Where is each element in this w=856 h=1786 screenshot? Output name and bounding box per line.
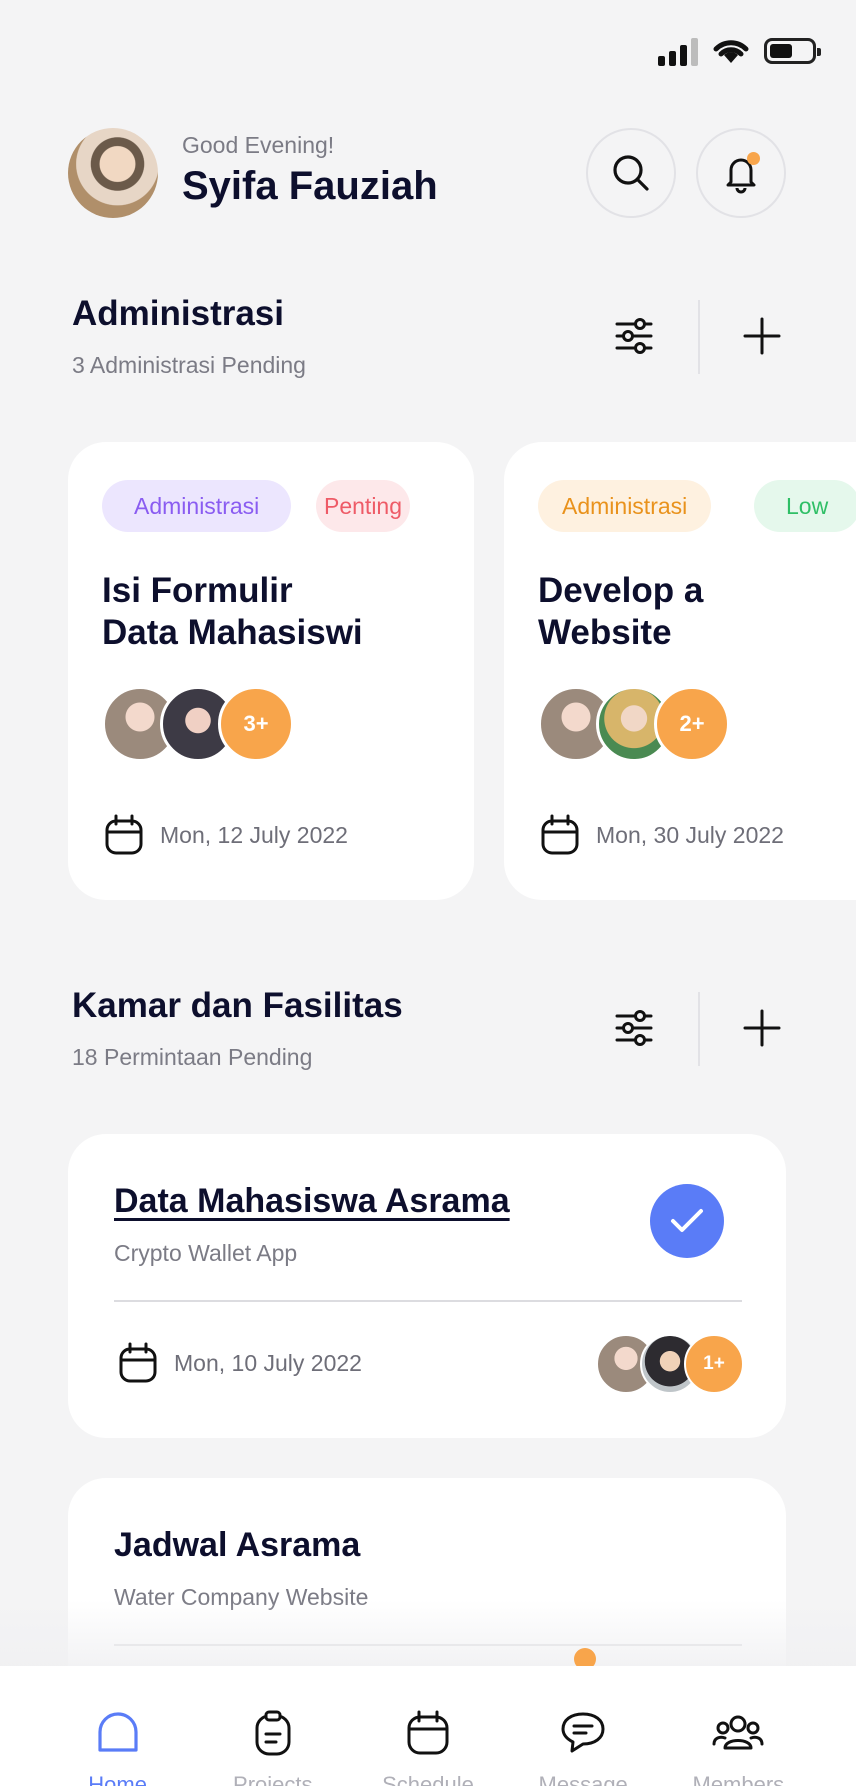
calendar-icon <box>407 1710 449 1755</box>
card-date: Mon, 12 July 2022 <box>104 814 348 856</box>
battery-icon <box>764 38 821 64</box>
nav-home[interactable]: Home <box>58 1666 178 1786</box>
plus-icon <box>743 317 781 355</box>
nav-message[interactable]: Message <box>523 1666 643 1786</box>
sliders-icon <box>615 318 653 354</box>
member-avatars[interactable]: 1+ <box>596 1334 744 1394</box>
home-icon <box>97 1712 138 1752</box>
admin-card[interactable]: Administrasi Penting Isi Formulir Data M… <box>68 442 474 900</box>
administrasi-title: Administrasi <box>72 294 284 333</box>
administrasi-add-button[interactable] <box>732 306 792 366</box>
card-title-line: Website <box>538 613 672 652</box>
administrasi-subtitle: 3 Administrasi Pending <box>72 352 306 378</box>
admin-card[interactable]: Administrasi Low Develop a Website 2+ Mo… <box>504 442 856 900</box>
check-icon <box>671 1209 703 1232</box>
wifi-icon <box>713 40 749 63</box>
card-date: Mon, 30 July 2022 <box>540 814 784 856</box>
chat-icon <box>561 1712 605 1753</box>
nav-label: Members <box>692 1772 785 1786</box>
search-icon <box>613 155 649 191</box>
member-avatars[interactable]: 3+ <box>102 686 294 762</box>
kamar-add-button[interactable] <box>732 998 792 1058</box>
plus-icon <box>743 1009 781 1047</box>
card-title: Isi Formulir Data Mahasiswi <box>102 570 442 654</box>
clipboard-icon <box>255 1710 291 1756</box>
kamar-subtitle: 18 Permintaan Pending <box>72 1044 313 1070</box>
category-chip: Administrasi <box>538 480 712 532</box>
date-text: Mon, 12 July 2022 <box>160 821 348 848</box>
kamar-title: Kamar dan Fasilitas <box>72 986 403 1025</box>
notification-dot <box>747 152 760 165</box>
priority-chip: Penting <box>316 480 411 532</box>
card-title-line: Data Mahasiswi <box>102 613 363 652</box>
status-bar <box>658 36 821 66</box>
cellular-signal-icon <box>658 36 698 66</box>
calendar-icon <box>105 814 143 855</box>
request-title[interactable]: Jadwal Asrama <box>114 1526 360 1565</box>
more-members-badge: 2+ <box>654 686 730 762</box>
more-members-badge: 3+ <box>218 686 294 762</box>
search-button[interactable] <box>586 128 676 218</box>
nav-label: Projects <box>233 1772 313 1786</box>
nav-members[interactable]: Members <box>678 1666 798 1786</box>
card-title-line: Develop a <box>538 571 704 610</box>
sliders-icon <box>615 1010 653 1046</box>
divider <box>114 1300 742 1302</box>
date-text: Mon, 10 July 2022 <box>174 1349 362 1376</box>
calendar-icon <box>119 1342 157 1383</box>
user-name: Syifa Fauziah <box>182 164 438 208</box>
request-subtitle: Crypto Wallet App <box>114 1240 298 1266</box>
greeting-text: Good Evening! <box>182 132 335 158</box>
home-screen: Good Evening! Syifa Fauziah Administrasi… <box>0 0 856 1786</box>
more-members-badge: 1+ <box>684 1334 744 1394</box>
nav-projects[interactable]: Projects <box>213 1666 333 1786</box>
card-title: Develop a Website <box>538 570 856 654</box>
complete-toggle[interactable] <box>650 1184 724 1258</box>
users-icon <box>712 1715 764 1750</box>
bottom-navigation: Home Projects Schedule Message Members <box>0 1666 856 1786</box>
priority-chip: Low <box>754 480 856 532</box>
kamar-filter-button[interactable] <box>604 998 664 1058</box>
user-avatar[interactable] <box>68 128 158 218</box>
category-chip: Administrasi <box>102 480 292 532</box>
date-text: Mon, 30 July 2022 <box>596 821 784 848</box>
calendar-icon <box>541 814 579 855</box>
nav-label: Message <box>538 1772 628 1786</box>
request-date: Mon, 10 July 2022 <box>118 1342 362 1384</box>
administrasi-filter-button[interactable] <box>604 306 664 366</box>
nav-label: Home <box>88 1772 147 1786</box>
nav-schedule[interactable]: Schedule <box>368 1666 488 1786</box>
request-card[interactable]: Data Mahasiswa Asrama Crypto Wallet App … <box>68 1134 786 1438</box>
scroll-fade <box>0 1600 856 1670</box>
divider <box>698 992 700 1066</box>
notification-button[interactable] <box>696 128 786 218</box>
card-title-line: Isi Formulir <box>102 571 293 610</box>
divider <box>698 300 700 374</box>
request-title[interactable]: Data Mahasiswa Asrama <box>114 1182 510 1221</box>
member-avatars[interactable]: 2+ <box>538 686 730 762</box>
nav-label: Schedule <box>382 1772 474 1786</box>
